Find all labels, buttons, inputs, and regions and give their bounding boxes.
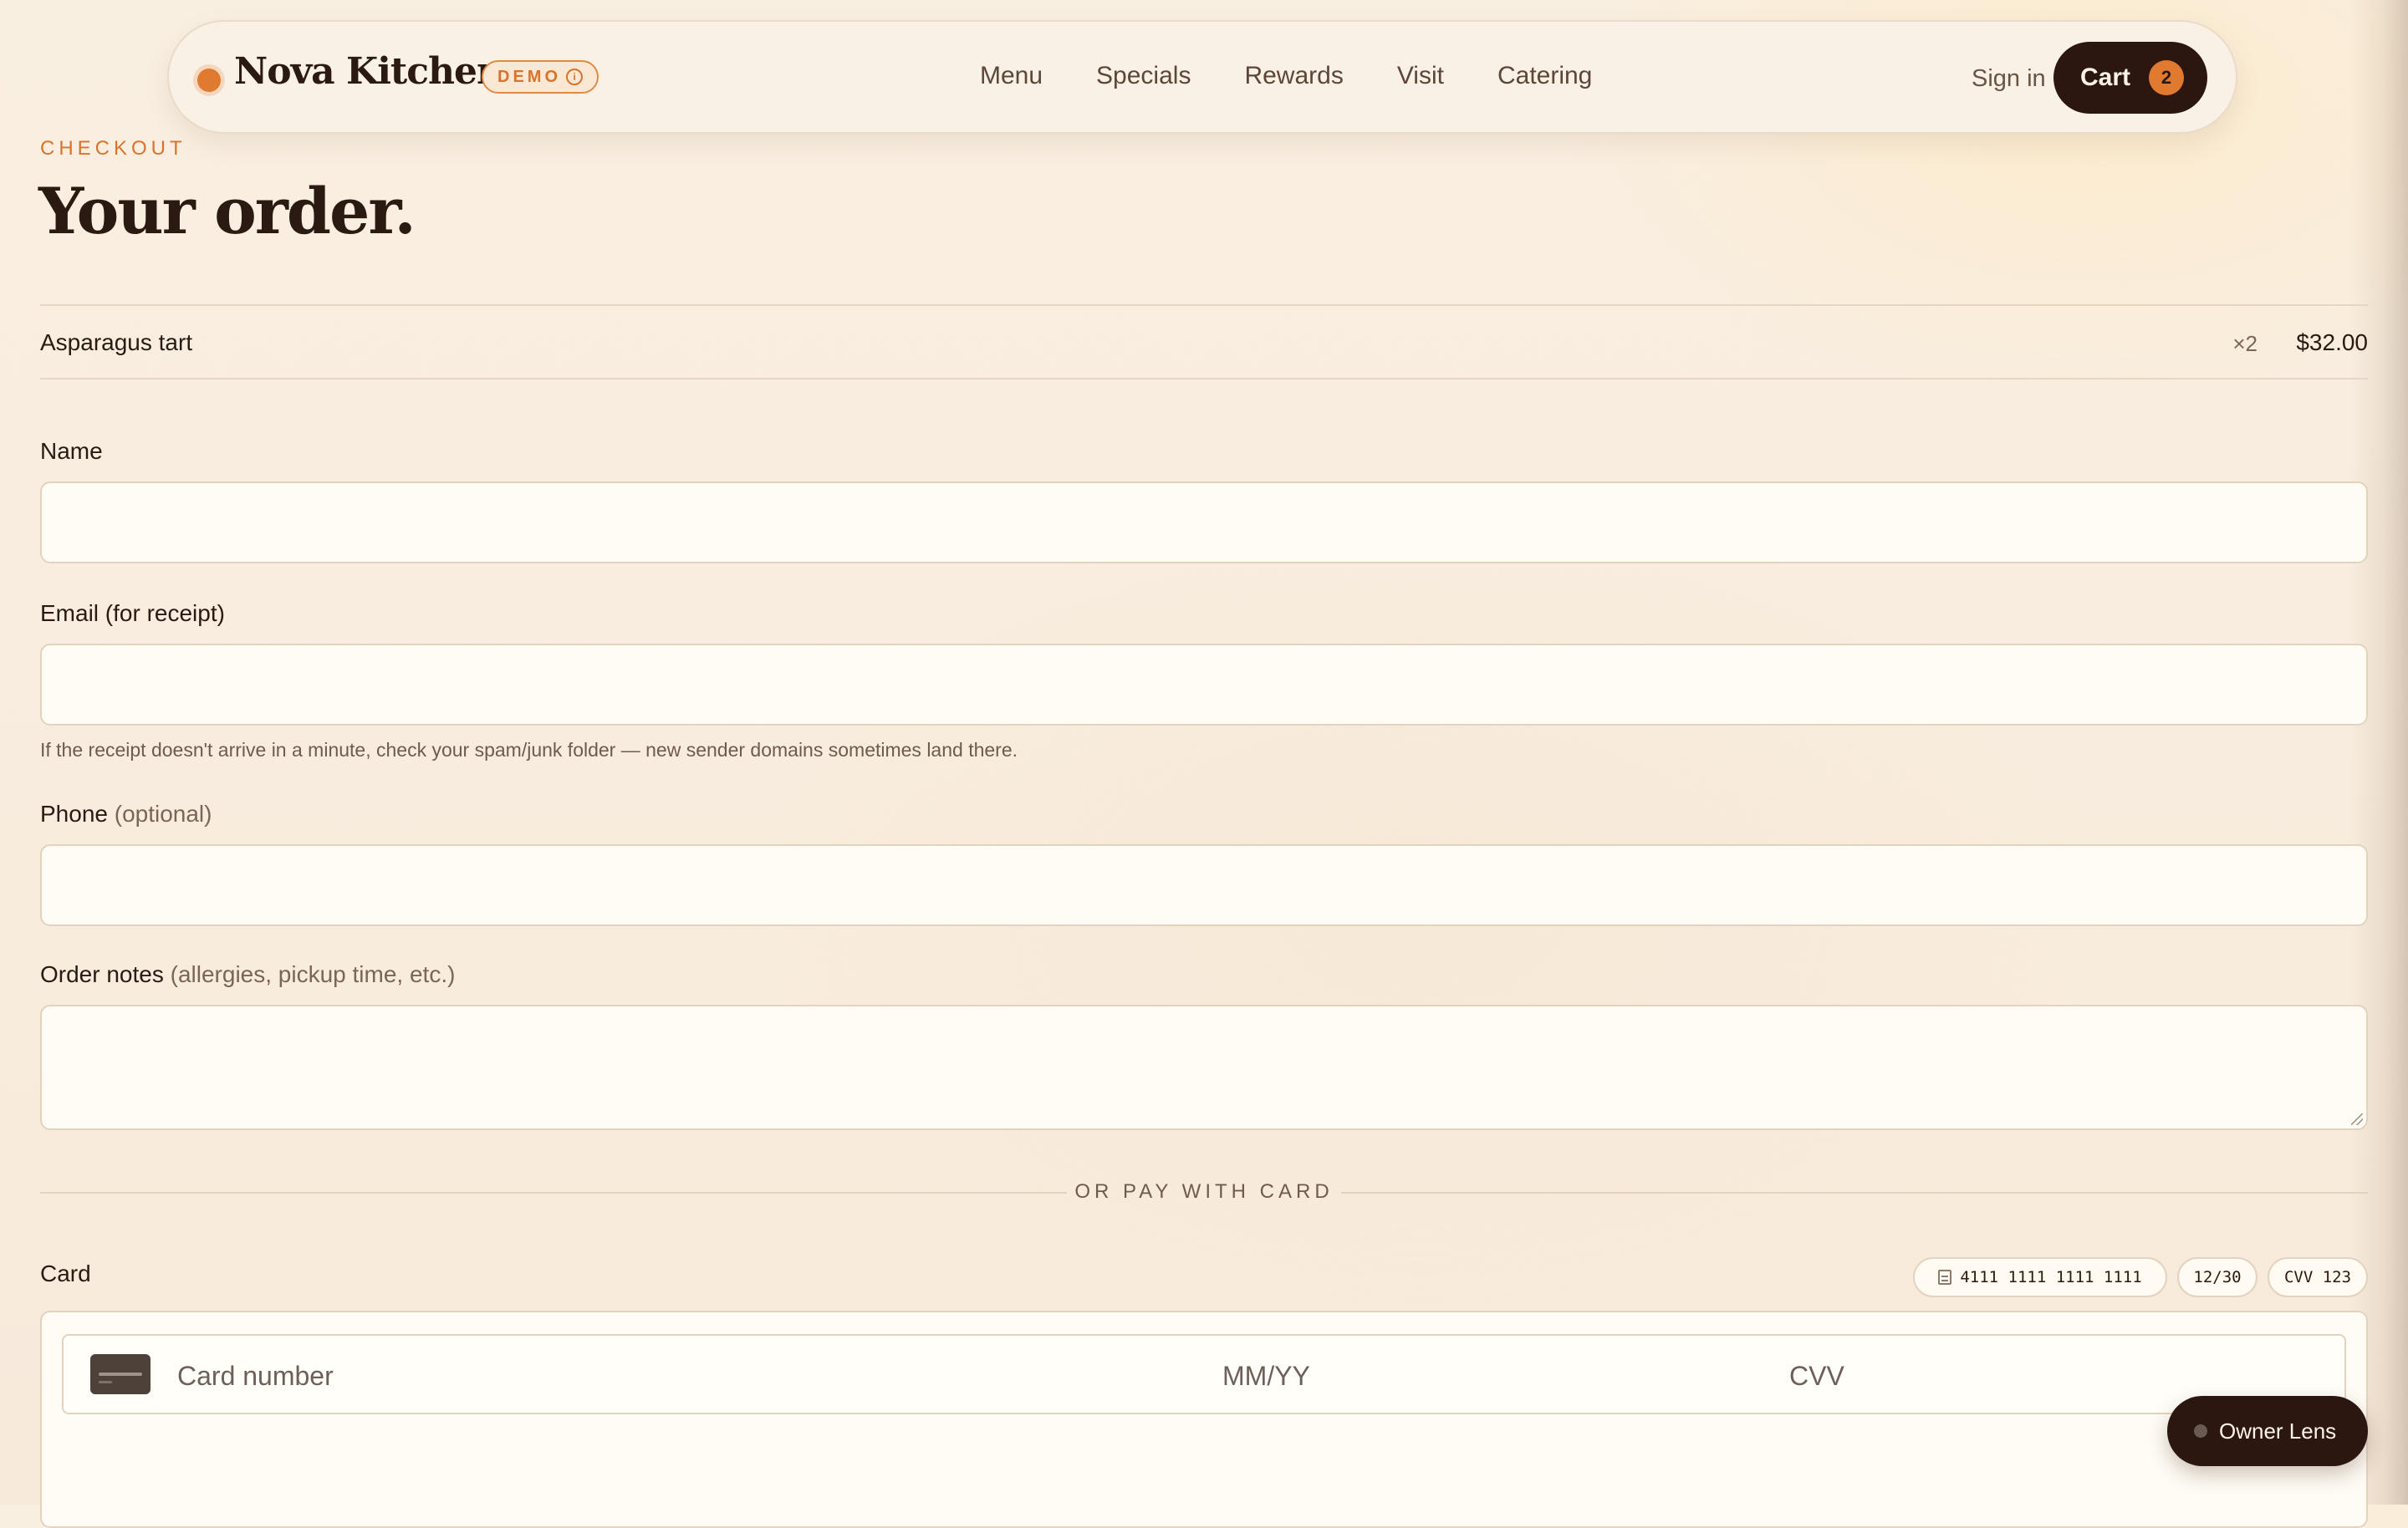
email-hint: If the receipt doesn't arrive in a minut… <box>40 739 1018 761</box>
test-card-number-chip[interactable]: 4111 1111 1111 1111 <box>1913 1257 2167 1297</box>
card-input-row[interactable]: Card number MM/YY CVV <box>62 1334 2346 1414</box>
phone-label-text: Phone <box>40 801 108 827</box>
credit-card-icon <box>90 1354 150 1394</box>
card-number-input[interactable]: Card number <box>177 1361 334 1392</box>
cart-button[interactable]: Cart 2 <box>2053 42 2207 114</box>
pay-with-card-divider: OR PAY WITH CARD <box>40 1180 2368 1205</box>
page-title: Your order. <box>38 174 416 248</box>
demo-badge[interactable]: DEMO i <box>482 60 599 94</box>
card-payment-panel: Card number MM/YY CVV <box>40 1311 2368 1528</box>
cart-label: Cart <box>2080 64 2131 91</box>
card-label: Card <box>40 1261 91 1286</box>
notes-label: Order notes (allergies, pickup time, etc… <box>40 961 455 988</box>
nav-link-rewards[interactable]: Rewards <box>1244 62 1343 90</box>
card-cvv-input[interactable]: CVV <box>1789 1361 1844 1392</box>
checkout-eyebrow: CHECKOUT <box>40 137 186 160</box>
item-quantity: ×2 <box>2232 331 2258 356</box>
item-price: $32.00 <box>2296 329 2368 355</box>
card-expiry-input[interactable]: MM/YY <box>1222 1361 1310 1392</box>
top-nav: Nova Kitchen DEMO i Menu Specials Reward… <box>167 20 2237 134</box>
name-label-text: Name <box>40 438 103 464</box>
owner-lens-label: Owner Lens <box>2219 1418 2337 1444</box>
demo-badge-label: DEMO <box>497 67 561 86</box>
status-dot-icon <box>2194 1424 2207 1438</box>
phone-label: Phone (optional) <box>40 801 212 828</box>
test-card-number: 4111 1111 1111 1111 <box>1960 1268 2142 1286</box>
order-notes-textarea[interactable] <box>40 1005 2368 1130</box>
name-label: Name <box>40 438 103 465</box>
nav-link-menu[interactable]: Menu <box>980 62 1043 90</box>
nav-links: Menu Specials Rewards Visit Catering <box>980 62 1592 90</box>
brand-logo[interactable]: Nova Kitchen <box>234 50 503 93</box>
email-label: Email (for receipt) <box>40 600 225 627</box>
test-expiry-chip[interactable]: 12/30 <box>2177 1257 2258 1297</box>
phone-input[interactable] <box>40 844 2368 926</box>
nav-link-visit[interactable]: Visit <box>1397 62 1444 90</box>
notes-hint-text: (allergies, pickup time, etc.) <box>170 961 456 987</box>
info-icon: i <box>566 69 583 85</box>
nav-link-catering[interactable]: Catering <box>1497 62 1592 90</box>
test-expiry: 12/30 <box>2193 1268 2242 1286</box>
test-cvv: CVV 123 <box>2283 1268 2352 1286</box>
order-line-item: Asparagus tart ×2 $32.00 <box>40 304 2368 379</box>
notes-label-text: Order notes <box>40 961 164 987</box>
phone-optional-text: (optional) <box>114 801 212 827</box>
cart-count-badge: 2 <box>2149 60 2185 95</box>
owner-lens-button[interactable]: Owner Lens <box>2167 1396 2368 1466</box>
name-input[interactable] <box>40 481 2368 563</box>
nav-link-specials[interactable]: Specials <box>1096 62 1191 90</box>
email-input[interactable] <box>40 644 2368 726</box>
test-cvv-chip[interactable]: CVV 123 <box>2268 1257 2368 1297</box>
card-mini-icon <box>1938 1270 1952 1285</box>
resize-grip-icon[interactable] <box>2351 1113 2363 1125</box>
divider-line-right <box>1341 1192 2368 1194</box>
brand-dot-icon <box>197 69 221 92</box>
sign-in-link[interactable]: Sign in <box>1972 65 2046 93</box>
email-label-text: Email (for receipt) <box>40 600 225 626</box>
item-name: Asparagus tart <box>40 329 193 355</box>
